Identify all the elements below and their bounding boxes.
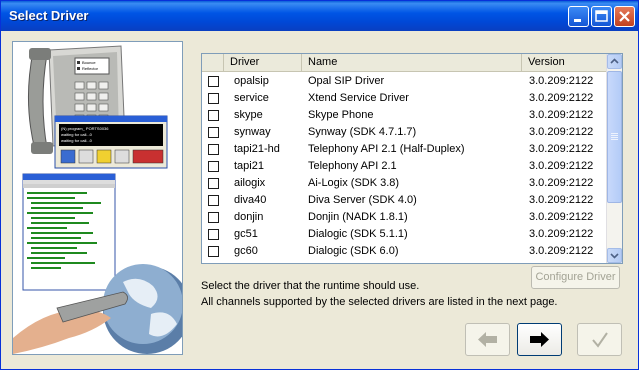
wizard-illustration: Bounce Reflector (N) program_ PORTS0036 … (12, 41, 183, 355)
arrow-right-icon (530, 332, 549, 347)
header-driver[interactable]: Driver (224, 54, 302, 71)
dialog-line-2: waiting for call...0 (61, 132, 93, 137)
row-checkbox[interactable] (208, 195, 219, 206)
row-version: 3.0.209:2122 (529, 92, 594, 104)
header-version[interactable]: Version (522, 54, 606, 71)
list-header: Driver Name Version (202, 54, 606, 72)
row-name: Dialogic (SDK 6.0) (308, 245, 399, 257)
row-checkbox[interactable] (208, 127, 219, 138)
title-bar[interactable]: Select Driver (1, 1, 638, 31)
configure-driver-button[interactable]: Configure Driver (531, 266, 620, 289)
finish-button[interactable] (577, 323, 622, 356)
dialog-line-3: waiting for call...0 (61, 138, 93, 143)
minimize-button[interactable] (568, 6, 589, 27)
row-driver: gc60 (234, 245, 258, 257)
chevron-up-icon (610, 58, 619, 64)
phone-label-bounce: Bounce (82, 60, 96, 65)
window-title: Select Driver (9, 8, 89, 23)
row-name: Telephony API 2.1 (Half-Duplex) (308, 143, 465, 155)
phone-label-reflector: Reflector (82, 66, 99, 71)
back-button[interactable] (465, 323, 510, 356)
dialog-line-1: (N) program_ PORTS0036 (61, 126, 109, 131)
table-row[interactable]: tapi21-hd Telephony API 2.1 (Half-Duplex… (202, 141, 606, 158)
row-checkbox[interactable] (208, 246, 219, 257)
row-version: 3.0.209:2122 (529, 160, 594, 172)
row-version: 3.0.209:2122 (529, 143, 594, 155)
row-checkbox[interactable] (208, 93, 219, 104)
maximize-icon (595, 10, 608, 22)
table-row[interactable]: skype Skype Phone 3.0.209:2122 (202, 107, 606, 124)
row-name: Synway (SDK 4.7.1.7) (308, 126, 417, 138)
row-name: Telephony API 2.1 (308, 160, 397, 172)
table-row[interactable]: gc51 Dialogic (SDK 5.1.1) 3.0.209:2122 (202, 226, 606, 243)
row-version: 3.0.209:2122 (529, 126, 594, 138)
row-checkbox[interactable] (208, 178, 219, 189)
row-version: 3.0.209:2122 (529, 177, 594, 189)
row-name: Dialogic (SDK 5.1.1) (308, 228, 408, 240)
row-driver: skype (234, 109, 263, 121)
driver-list[interactable]: Driver Name Version opalsip Opal SIP Dri… (201, 53, 623, 264)
table-row[interactable]: opalsip Opal SIP Driver 3.0.209:2122 (202, 73, 606, 90)
row-checkbox[interactable] (208, 161, 219, 172)
row-driver: gc51 (234, 228, 258, 240)
close-icon (619, 11, 630, 22)
row-driver: opalsip (234, 75, 269, 87)
description-line-2: All channels supported by the selected d… (201, 296, 558, 308)
row-driver: service (234, 92, 269, 104)
checkmark-icon (592, 332, 608, 348)
row-driver: donjin (234, 211, 264, 223)
row-version: 3.0.209:2122 (529, 245, 594, 257)
row-checkbox[interactable] (208, 76, 219, 87)
row-name: Donjin (NADK 1.8.1) (308, 211, 408, 223)
table-row[interactable]: service Xtend Service Driver 3.0.209:212… (202, 90, 606, 107)
table-row[interactable]: diva40 Diva Server (SDK 4.0) 3.0.209:212… (202, 192, 606, 209)
description-line-1: Select the driver that the runtime shoul… (201, 280, 420, 292)
grip-icon (611, 133, 618, 140)
table-row[interactable]: ailogix Ai-Logix (SDK 3.8) 3.0.209:2122 (202, 175, 606, 192)
row-driver: tapi21-hd (234, 143, 280, 155)
row-checkbox[interactable] (208, 229, 219, 240)
row-version: 3.0.209:2122 (529, 228, 594, 240)
row-version: 3.0.209:2122 (529, 75, 594, 87)
maximize-button[interactable] (591, 6, 612, 27)
scroll-thumb[interactable] (607, 71, 622, 203)
row-name: Skype Phone (308, 109, 374, 121)
next-button[interactable] (517, 323, 562, 356)
row-name: Opal SIP Driver (308, 75, 385, 87)
row-driver: synway (234, 126, 271, 138)
close-button[interactable] (614, 6, 635, 27)
row-checkbox[interactable] (208, 110, 219, 121)
row-version: 3.0.209:2122 (529, 109, 594, 121)
header-checkbox-column[interactable] (202, 54, 224, 71)
chevron-down-icon (610, 253, 619, 259)
row-version: 3.0.209:2122 (529, 194, 594, 206)
row-name: Diva Server (SDK 4.0) (308, 194, 417, 206)
scroll-down-button[interactable] (607, 248, 622, 263)
row-name: Ai-Logix (SDK 3.8) (308, 177, 400, 189)
row-driver: diva40 (234, 194, 267, 206)
vertical-scrollbar[interactable] (606, 54, 622, 263)
row-name: Xtend Service Driver (308, 92, 409, 104)
table-row[interactable]: tapi21 Telephony API 2.1 3.0.209:2122 (202, 158, 606, 175)
table-row[interactable]: gc60 Dialogic (SDK 6.0) 3.0.209:2122 (202, 243, 606, 260)
row-checkbox[interactable] (208, 212, 219, 223)
row-version: 3.0.209:2122 (529, 211, 594, 223)
scroll-up-button[interactable] (607, 54, 622, 69)
table-row[interactable]: synway Synway (SDK 4.7.1.7) 3.0.209:2122 (202, 124, 606, 141)
header-name[interactable]: Name (302, 54, 522, 71)
row-checkbox[interactable] (208, 144, 219, 155)
table-row[interactable]: donjin Donjin (NADK 1.8.1) 3.0.209:2122 (202, 209, 606, 226)
row-driver: ailogix (234, 177, 266, 189)
row-driver: tapi21 (234, 160, 264, 172)
select-driver-window: Select Driver Bounce Reflector (N) progr… (0, 0, 639, 370)
illustration-graphic: Bounce Reflector (N) program_ PORTS0036 … (13, 45, 182, 354)
minimize-icon (574, 19, 581, 22)
arrow-left-icon (478, 332, 497, 347)
